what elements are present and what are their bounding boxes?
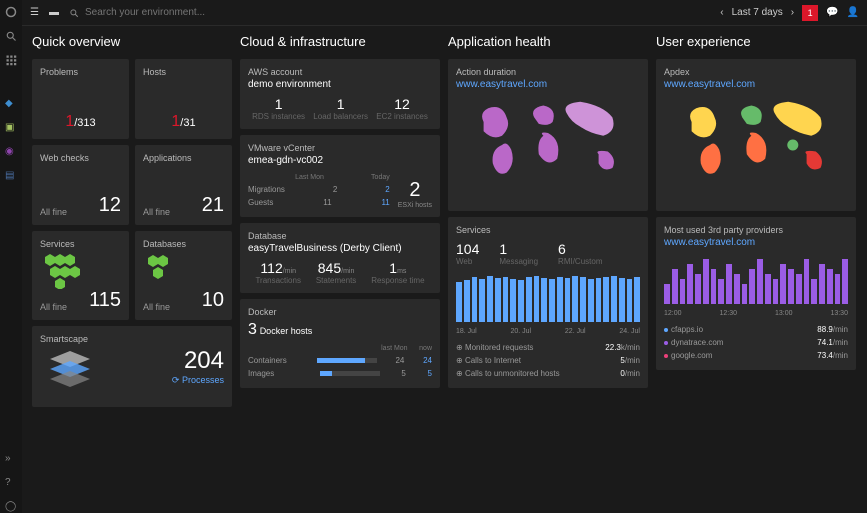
expand-icon[interactable]: » [5,453,17,465]
column-header-cloud: Cloud & infrastructure [240,34,440,49]
search-input[interactable] [85,7,285,18]
time-prev-icon[interactable]: ‹ [720,7,723,18]
aws-card[interactable]: AWS account demo environment 1RDS instan… [240,59,440,129]
action-duration-card[interactable]: Action duration www.easytravel.com [448,59,648,211]
smartscape-card[interactable]: Smartscape 204 ⟳ Processes [32,326,232,407]
timeframe-selector[interactable]: Last 7 days [732,7,783,18]
comment-icon[interactable]: 💬 [826,7,838,18]
applications-card[interactable]: Applications All fine21 [135,145,232,225]
alert-badge[interactable]: 1 [802,5,818,21]
column-header-ux: User experience [656,34,856,49]
problems-card[interactable]: Problems 1/313 [32,59,129,139]
world-map-apdex [664,90,848,200]
top-bar: ☰ ▬ ‹ Last 7 days › 1 💬 👤 [22,0,867,26]
column-header-overview: Quick overview [32,34,232,49]
webchecks-card[interactable]: Web checks All fine12 [32,145,129,225]
world-map-duration [456,90,640,200]
services-hex-icon [40,249,90,289]
column-header-health: Application health [448,34,648,49]
logo-icon[interactable] [5,6,17,18]
databases-card[interactable]: Databases All fine10 [135,231,232,320]
user-icon[interactable]: 👤 [847,7,859,18]
chat-icon[interactable]: ▬ [49,7,59,18]
time-next-icon[interactable]: › [791,7,794,18]
third-party-bar-chart [664,254,848,304]
nav-icon-2[interactable]: ▣ [5,122,17,134]
user-nav-icon[interactable]: ◯ [5,501,17,513]
health-services-card[interactable]: Services 104Web 1Messaging 6RMI/Custom 1… [448,217,648,388]
nav-icon-3[interactable]: ◉ [5,146,17,158]
third-party-card[interactable]: Most used 3rd party providers www.easytr… [656,217,856,370]
search-icon [69,8,79,18]
smartscape-layers-icon [40,346,100,396]
services-card[interactable]: Services All fine115 [32,231,129,320]
apdex-card[interactable]: Apdex www.easytravel.com [656,59,856,211]
left-nav-rail: ◆ ▣ ◉ ▤ » ? ◯ [0,0,22,513]
nav-icon-1[interactable]: ◆ [5,98,17,110]
vmware-card[interactable]: VMware vCenter emea-gdn-vc002 Last MonTo… [240,135,440,217]
nav-icon-4[interactable]: ▤ [5,170,17,182]
search-nav-icon[interactable] [5,30,17,42]
menu-icon[interactable]: ☰ [30,7,39,18]
help-icon[interactable]: ? [5,477,17,489]
database-card[interactable]: Database easyTravelBusiness (Derby Clien… [240,223,440,293]
docker-card[interactable]: Docker 3 Docker hosts last Monnow Contai… [240,299,440,388]
databases-hex-icon [143,250,183,280]
services-bar-chart [456,272,640,322]
apps-icon[interactable] [5,54,17,66]
hosts-card[interactable]: Hosts 1/31 [135,59,232,139]
